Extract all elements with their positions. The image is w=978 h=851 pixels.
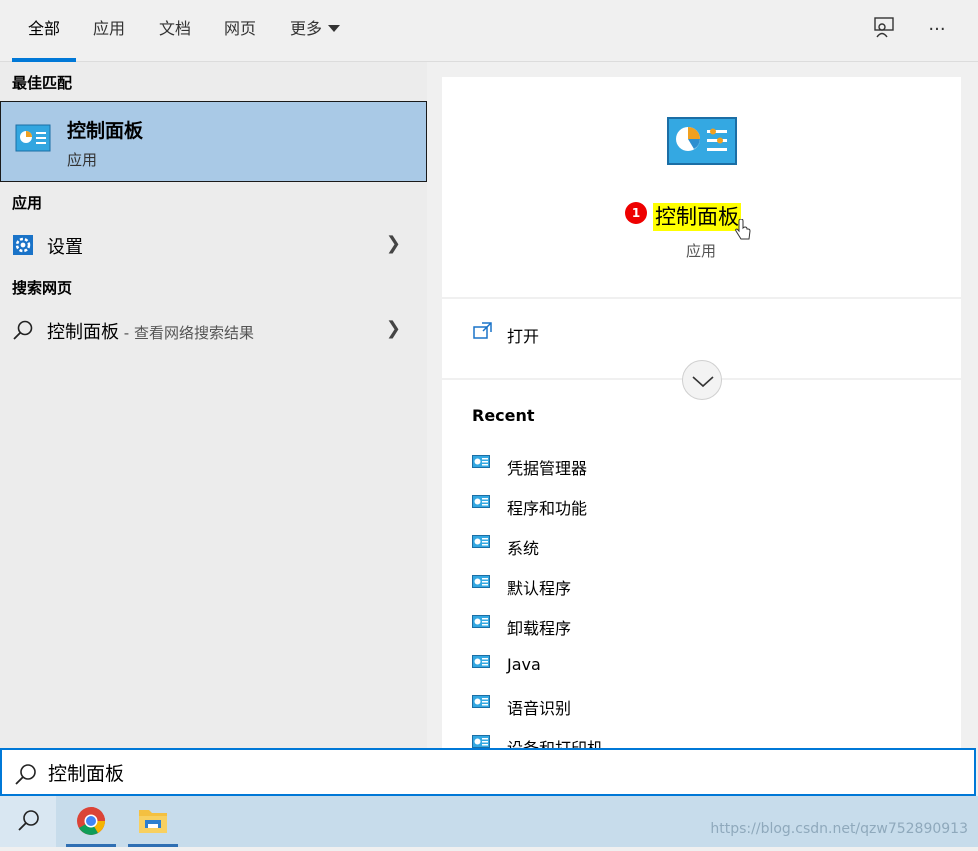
control-panel-icon: [472, 695, 490, 708]
feedback-icon: [874, 17, 894, 38]
search-input[interactable]: [48, 758, 908, 786]
watermark: https://blog.csdn.net/qzw752890913: [710, 821, 968, 837]
web-result-label: 控制面板 - 查看网络搜索结果: [47, 318, 254, 344]
tab-more-label: 更多: [289, 19, 322, 38]
app-result-label: 设置: [47, 237, 83, 258]
taskbar: https://blog.csdn.net/qzw752890913: [0, 796, 978, 847]
tab-documents[interactable]: 文档: [150, 0, 200, 62]
preview-pane: 1 控制面板 应用 打开 Recent 凭据管理器 程序和功能 系统 默认程序 …: [427, 62, 978, 748]
recent-item[interactable]: Java: [472, 645, 952, 675]
best-match-item[interactable]: 控制面板 应用: [0, 101, 427, 182]
open-icon: [473, 322, 492, 339]
app-result-settings[interactable]: 设置 ❯: [0, 225, 427, 265]
web-heading: 搜索网页: [12, 279, 73, 297]
recent-item-label: 卸载程序: [507, 619, 572, 638]
control-panel-icon: [472, 495, 490, 508]
recent-heading: Recent: [472, 406, 535, 425]
tab-web[interactable]: 网页: [215, 0, 265, 62]
taskbar-search-button[interactable]: [0, 796, 56, 847]
preview-header-card: 1 控制面板 应用: [442, 77, 961, 297]
hand-cursor-icon: [735, 219, 751, 240]
recent-item-label: 系统: [507, 539, 540, 558]
tab-all[interactable]: 全部: [12, 0, 76, 62]
folder-icon: [139, 810, 167, 833]
open-action-label: 打开: [507, 327, 540, 346]
recent-item-label: 默认程序: [507, 579, 572, 598]
recent-item-label: 语音识别: [507, 699, 572, 718]
recent-item-label: 设备和打印机: [507, 735, 603, 748]
recent-item-label: 凭据管理器: [507, 459, 588, 478]
taskbar-explorer-button[interactable]: [126, 796, 180, 847]
preview-subtitle: 应用: [686, 242, 717, 260]
chevron-down-icon: [328, 25, 340, 32]
search-icon: [15, 764, 36, 785]
search-box: [0, 748, 976, 796]
control-panel-icon: [472, 615, 490, 628]
control-panel-icon: [667, 117, 737, 165]
control-panel-icon: [472, 575, 490, 588]
recent-item[interactable]: 默认程序: [472, 565, 952, 598]
chevron-right-icon[interactable]: ❯: [386, 318, 401, 339]
control-panel-icon: [15, 124, 51, 152]
control-panel-icon: [472, 535, 490, 548]
chevron-down-icon: [692, 376, 714, 388]
preview-title: 控制面板: [653, 203, 741, 231]
control-panel-icon: [472, 655, 490, 668]
taskbar-chrome-button[interactable]: [64, 796, 118, 847]
expand-button[interactable]: [682, 360, 722, 400]
more-options-button[interactable]: ···: [922, 16, 952, 46]
recent-item[interactable]: 系统: [472, 525, 952, 558]
control-panel-icon: [472, 455, 490, 468]
best-match-heading: 最佳匹配: [12, 74, 73, 92]
web-result-query: 控制面板: [47, 322, 119, 343]
apps-heading: 应用: [12, 194, 43, 212]
search-icon: [13, 320, 33, 340]
chevron-right-icon[interactable]: ❯: [386, 233, 401, 254]
control-panel-icon: [472, 735, 490, 748]
recent-item[interactable]: 卸载程序: [472, 605, 952, 638]
recent-item[interactable]: 设备和打印机: [472, 725, 952, 748]
best-match-type: 应用: [67, 151, 98, 169]
annotation-badge: 1: [625, 202, 647, 224]
gear-icon: [13, 235, 33, 255]
recent-item[interactable]: 凭据管理器: [472, 445, 952, 478]
feedback-button[interactable]: [869, 16, 899, 46]
tab-more[interactable]: 更多: [282, 0, 348, 62]
chrome-icon: [77, 807, 105, 835]
recent-card: Recent 凭据管理器 程序和功能 系统 默认程序 卸载程序 Java 语音识…: [442, 380, 961, 748]
web-result-hint: - 查看网络搜索结果: [119, 324, 254, 342]
recent-item-label: Java: [507, 655, 541, 674]
web-result-item[interactable]: 控制面板 - 查看网络搜索结果 ❯: [0, 310, 427, 350]
search-icon: [18, 810, 39, 831]
recent-item-label: 程序和功能: [507, 499, 588, 518]
filter-tabs-bar: 全部 应用 文档 网页 更多 ···: [0, 0, 978, 62]
results-pane: 最佳匹配 控制面板 应用 应用 设置 ❯ 搜索网页 控制面板 - 查看网络搜索结…: [0, 62, 427, 748]
more-icon: ···: [928, 19, 946, 40]
best-match-name: 控制面板: [67, 120, 144, 142]
tab-apps[interactable]: 应用: [84, 0, 134, 62]
recent-item[interactable]: 程序和功能: [472, 485, 952, 518]
recent-item[interactable]: 语音识别: [472, 685, 952, 718]
